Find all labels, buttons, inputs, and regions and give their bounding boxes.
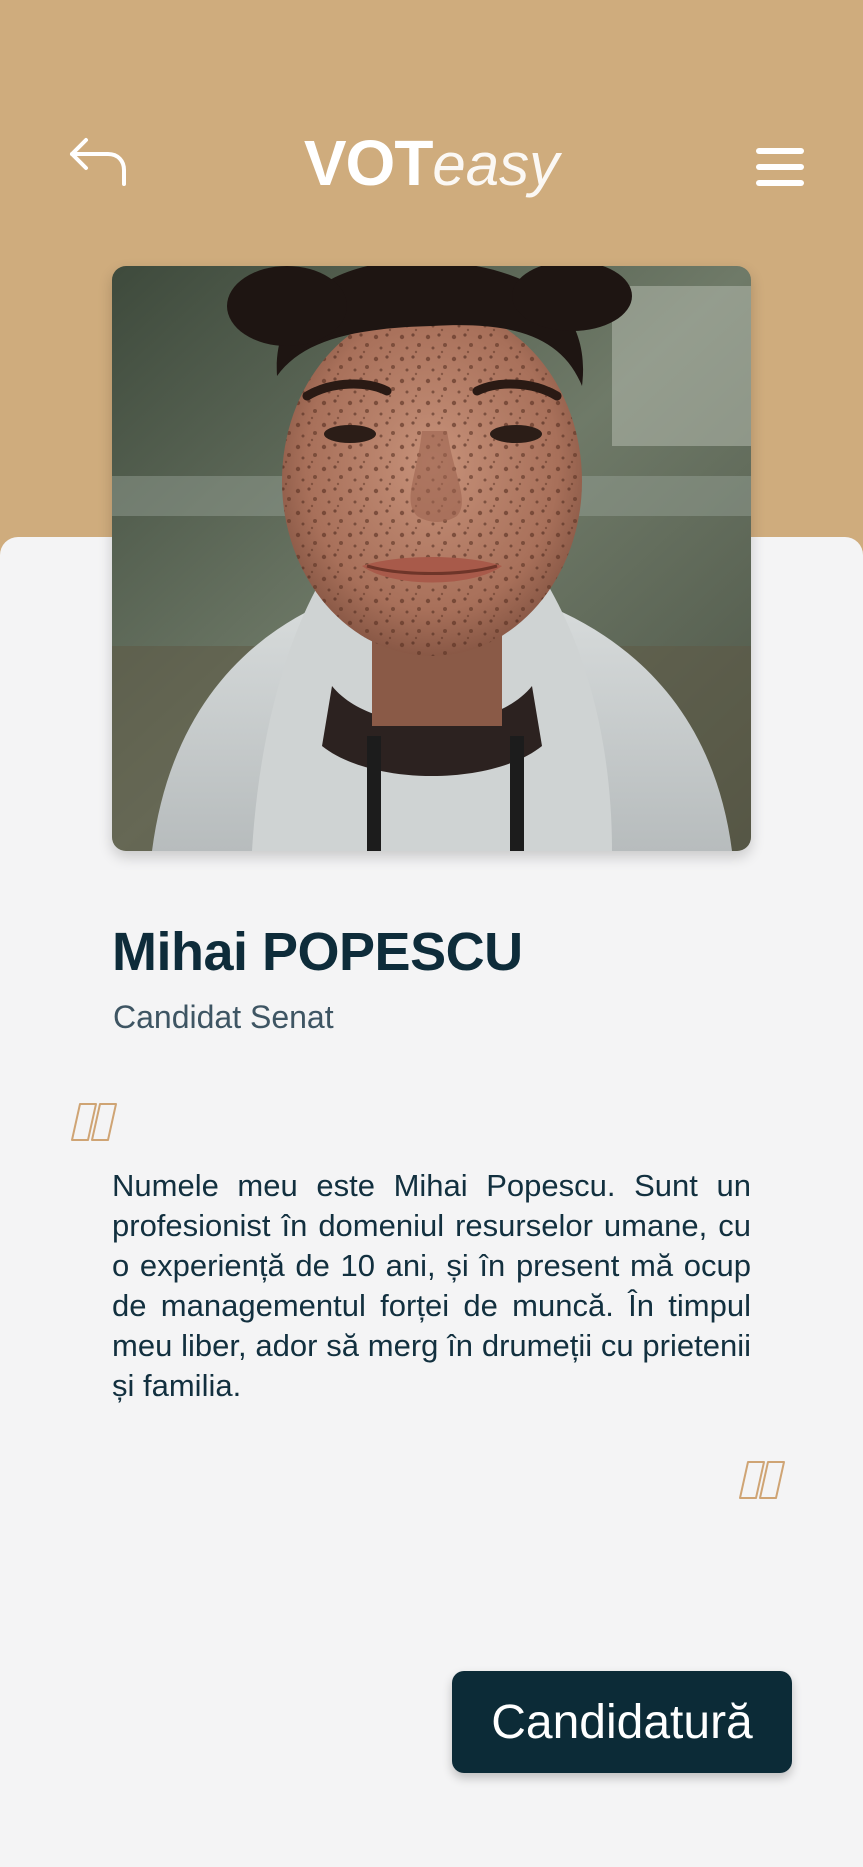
logo-light-text: easy xyxy=(432,131,560,198)
hamburger-menu-icon xyxy=(756,148,804,154)
candidate-bio: Numele meu este Mihai Popescu. Sunt un p… xyxy=(112,1168,751,1403)
app-logo: VOTeasy xyxy=(0,118,863,210)
candidate-role: Candidat Senat xyxy=(113,999,334,1035)
hamburger-menu-icon-bar xyxy=(756,164,804,170)
candidate-photo xyxy=(112,266,751,851)
close-quote-icon xyxy=(739,1461,785,1499)
candidate-name: Mihai POPESCU xyxy=(112,922,523,982)
logo-strong-text: VOT xyxy=(303,127,434,199)
hamburger-menu-icon-bar xyxy=(756,180,804,186)
apply-button[interactable]: Candidatură xyxy=(452,1671,792,1773)
menu-button[interactable] xyxy=(750,140,812,194)
open-quote-icon xyxy=(71,1103,117,1141)
